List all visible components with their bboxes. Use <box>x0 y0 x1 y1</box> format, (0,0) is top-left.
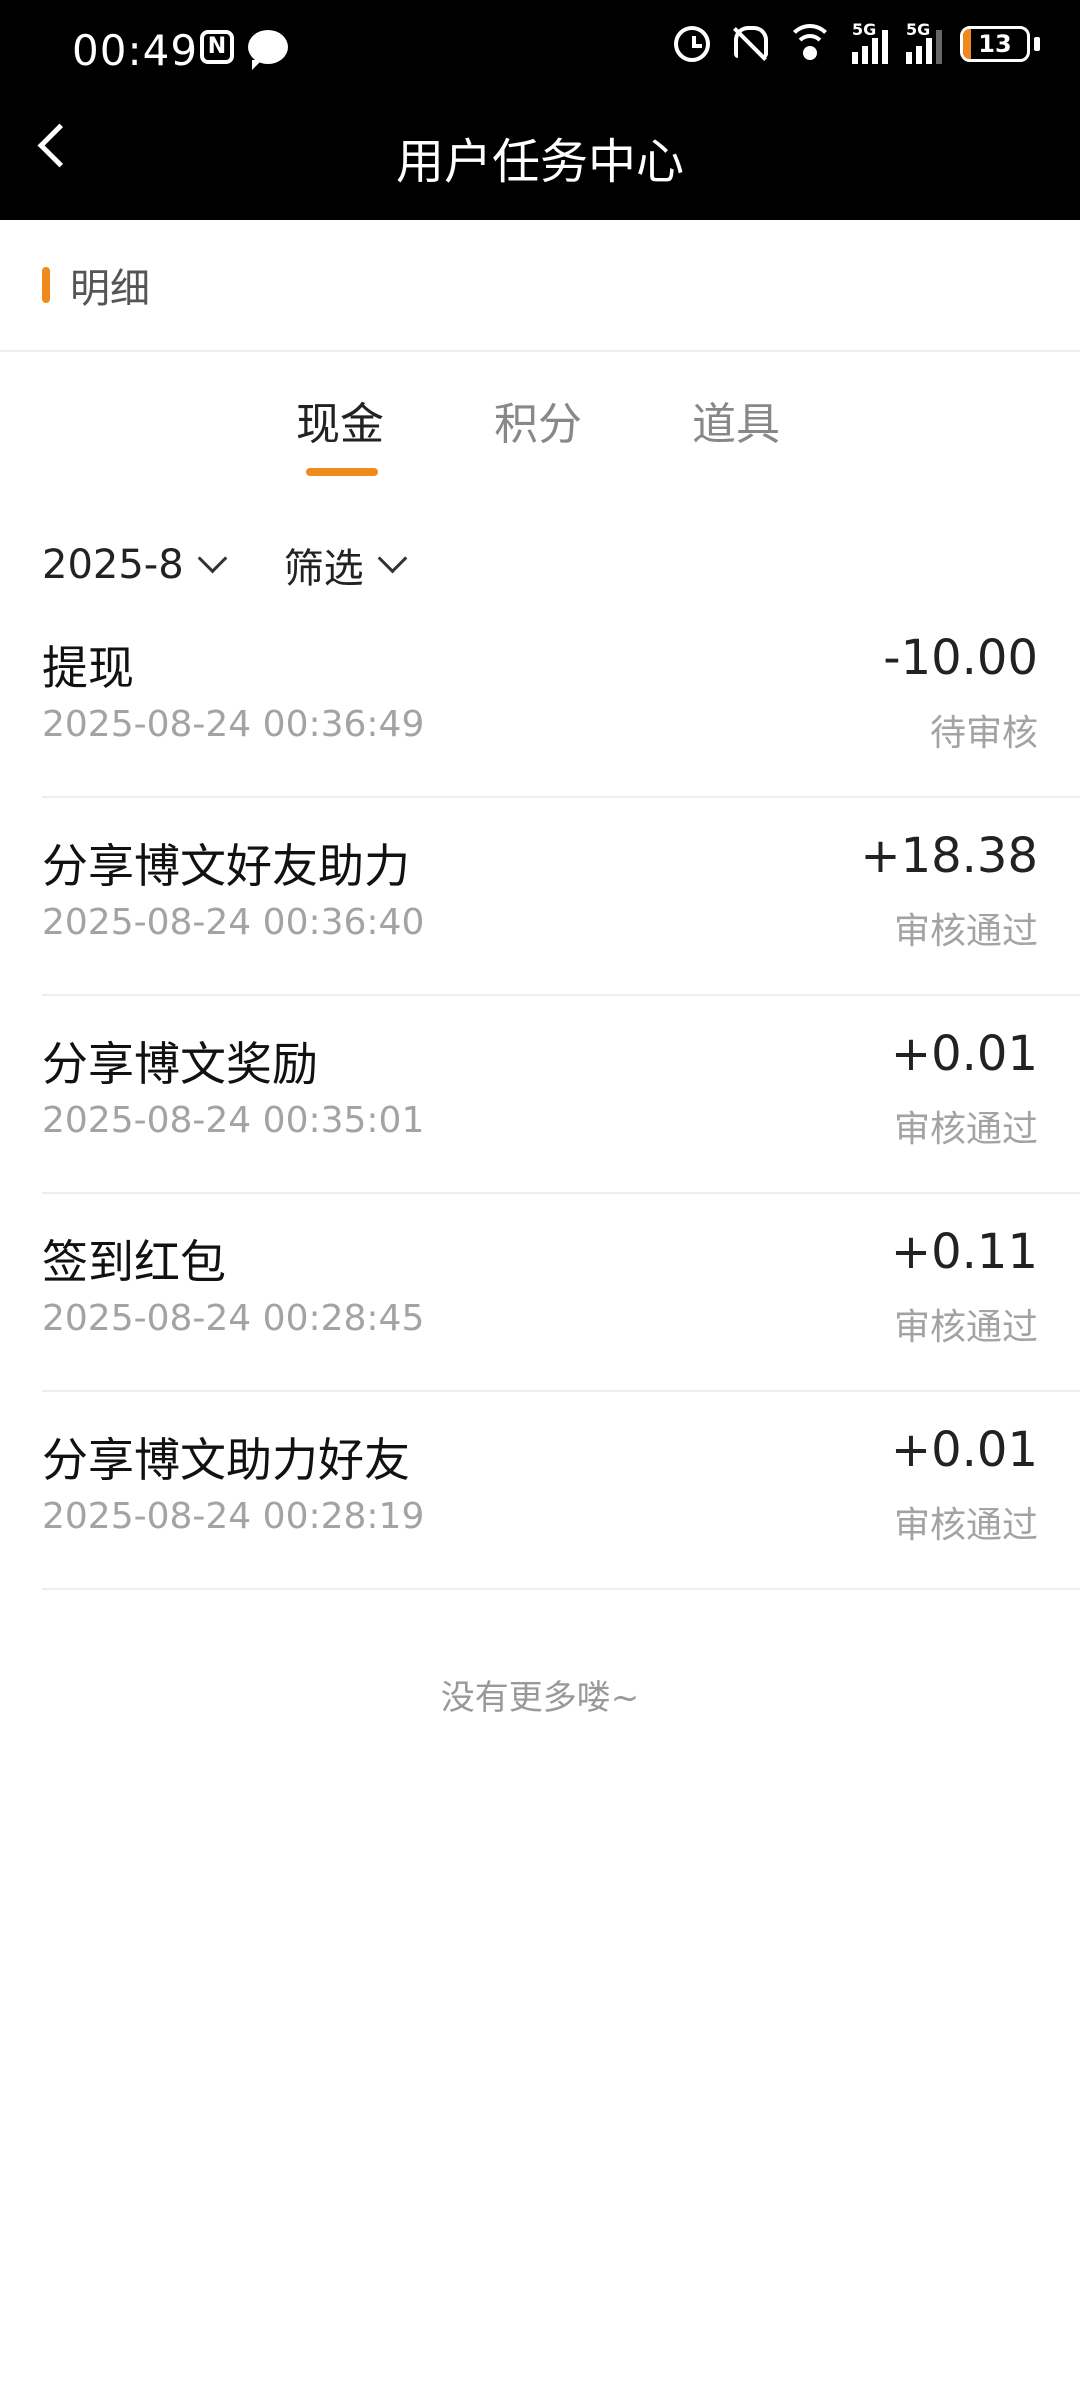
transaction-amount: +18.38 <box>860 828 1038 884</box>
transaction-time: 2025-08-24 00:36:40 <box>42 902 425 943</box>
tab-bar: 现金 积分 道具 <box>0 352 1080 502</box>
signal-2-icon: 5G <box>906 20 942 64</box>
transaction-time: 2025-08-24 00:36:49 <box>42 704 425 745</box>
bell-muted-icon <box>728 24 768 64</box>
transaction-row[interactable]: 分享博文助力好友 2025-08-24 00:28:19 +0.01 审核通过 <box>42 1392 1080 1590</box>
transaction-row[interactable]: 分享博文好友助力 2025-08-24 00:36:40 +18.38 审核通过 <box>42 798 1080 996</box>
transaction-list: 提现 2025-08-24 00:36:49 -10.00 待审核 分享博文好友… <box>42 600 1080 1590</box>
section-accent-bar <box>42 267 50 303</box>
transaction-title: 分享博文奖励 <box>42 1037 318 1091</box>
transaction-row[interactable]: 分享博文奖励 2025-08-24 00:35:01 +0.01 审核通过 <box>42 996 1080 1194</box>
battery-level: 13 <box>978 30 1012 58</box>
alarm-icon <box>674 26 710 62</box>
transaction-status: 审核通过 <box>893 1307 1038 1348</box>
transaction-time: 2025-08-24 00:28:19 <box>42 1496 425 1537</box>
screen-filter[interactable]: 筛选 <box>284 536 402 594</box>
chevron-down-icon <box>380 548 402 570</box>
transaction-title: 签到红包 <box>42 1235 226 1289</box>
status-right-icons: 5G 5G 13 <box>674 20 1040 64</box>
nfc-icon: N <box>200 30 234 64</box>
month-filter-label: 2025-8 <box>42 542 184 588</box>
transaction-time: 2025-08-24 00:35:01 <box>42 1100 425 1141</box>
transaction-title: 分享博文助力好友 <box>42 1433 410 1487</box>
transaction-status: 审核通过 <box>893 911 1038 952</box>
transaction-title: 分享博文好友助力 <box>42 839 410 893</box>
month-filter[interactable]: 2025-8 <box>42 542 222 588</box>
transaction-time: 2025-08-24 00:28:45 <box>42 1298 425 1339</box>
page-title: 用户任务中心 <box>395 134 684 190</box>
filter-bar: 2025-8 筛选 <box>42 536 464 594</box>
tab-points[interactable]: 积分 <box>494 388 582 452</box>
tab-cash[interactable]: 现金 <box>296 388 384 452</box>
chevron-down-icon <box>200 548 222 570</box>
tab-props[interactable]: 道具 <box>692 388 780 452</box>
transaction-status: 审核通过 <box>893 1109 1038 1150</box>
active-tab-indicator <box>306 468 378 476</box>
transaction-title: 提现 <box>42 641 134 695</box>
wifi-icon <box>786 24 834 64</box>
transaction-amount: +0.11 <box>890 1224 1038 1280</box>
screen-filter-label: 筛选 <box>283 546 364 592</box>
transaction-amount: +0.01 <box>890 1026 1038 1082</box>
top-bar: 00:49 N 5G 5G 13 用户任务中心 <box>0 0 1080 220</box>
section-header: 明细 <box>0 220 1080 352</box>
status-time: 00:49 <box>72 26 199 75</box>
message-icon <box>248 30 288 70</box>
signal-1-icon: 5G <box>852 20 888 64</box>
battery-icon: 13 <box>960 26 1030 62</box>
no-more-text: 没有更多喽~ <box>440 1678 640 1718</box>
transaction-row[interactable]: 签到红包 2025-08-24 00:28:45 +0.11 审核通过 <box>42 1194 1080 1392</box>
transaction-status: 审核通过 <box>893 1505 1038 1546</box>
transaction-row[interactable]: 提现 2025-08-24 00:36:49 -10.00 待审核 <box>42 600 1080 798</box>
transaction-amount: +0.01 <box>890 1422 1038 1478</box>
section-title: 明细 <box>70 266 150 312</box>
transaction-amount: -10.00 <box>883 630 1038 686</box>
status-left-icons: N <box>200 30 288 70</box>
transaction-status: 待审核 <box>929 713 1038 754</box>
